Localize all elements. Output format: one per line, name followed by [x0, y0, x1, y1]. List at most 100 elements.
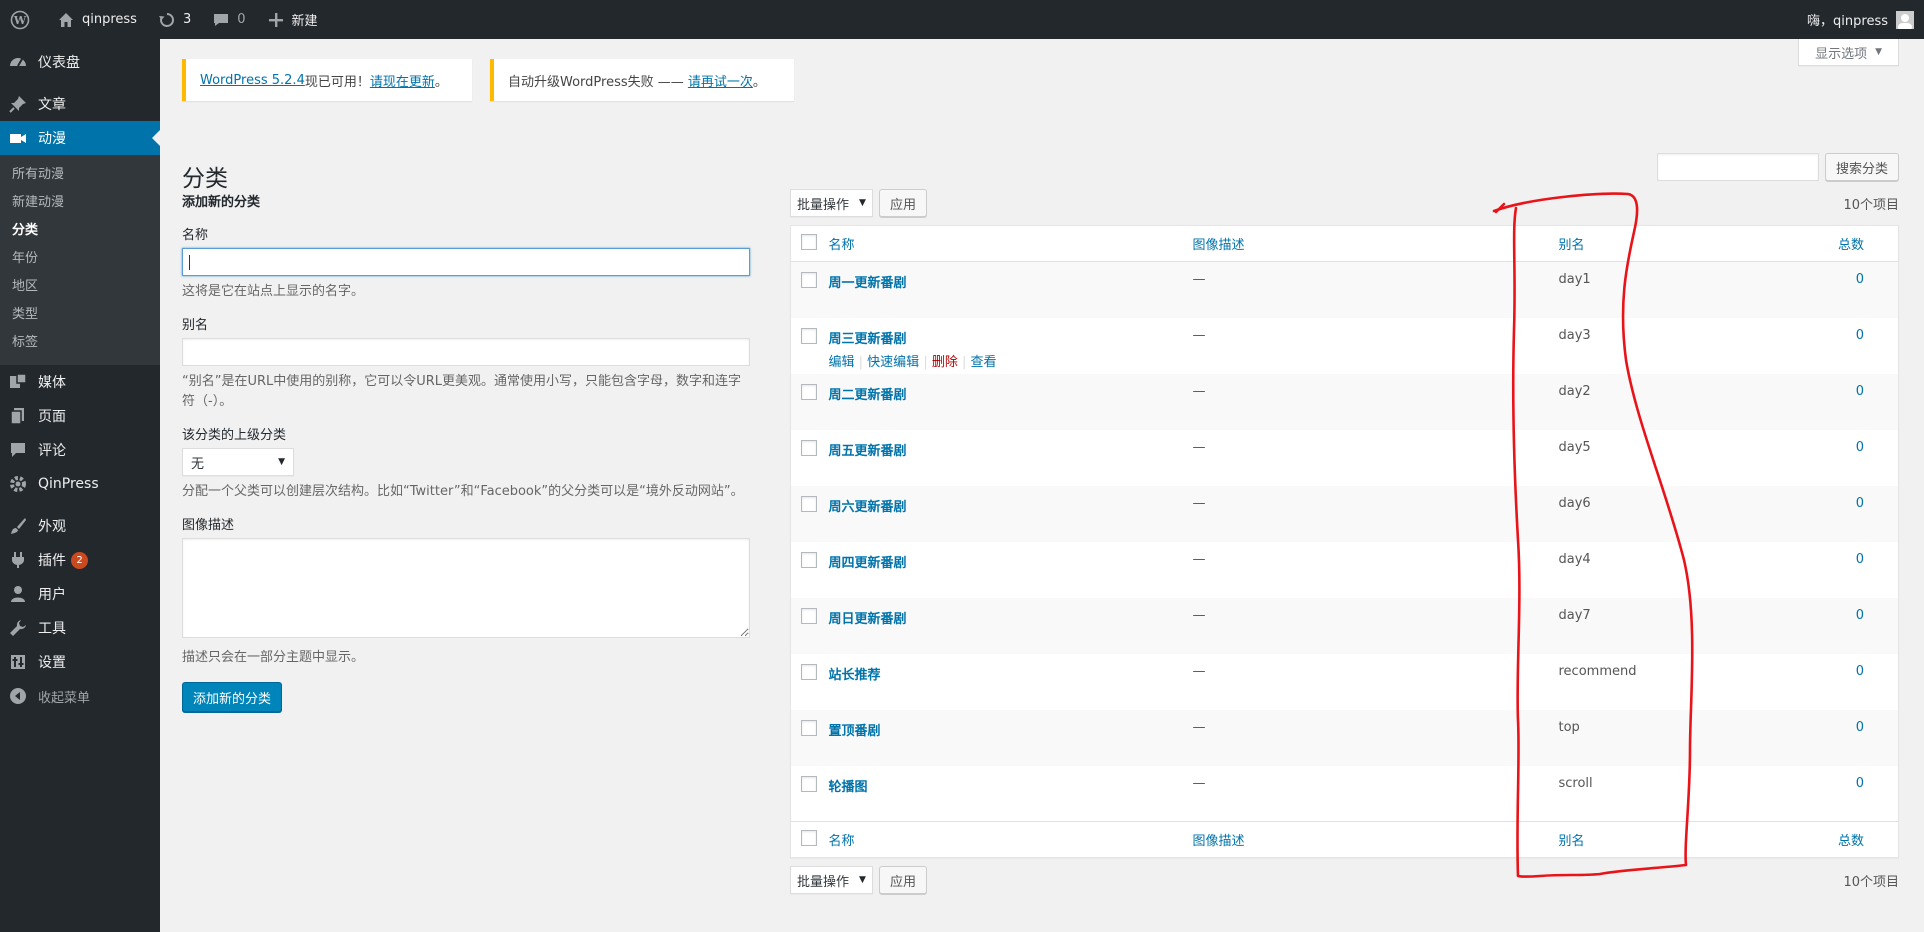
- column-header-count[interactable]: 总数: [1818, 225, 1899, 262]
- sidebar-item-users[interactable]: 用户: [0, 577, 160, 611]
- category-count-link[interactable]: 0: [1856, 496, 1864, 511]
- category-name-link[interactable]: 周一更新番剧: [829, 276, 907, 291]
- submenu-regions[interactable]: 地区: [0, 273, 160, 301]
- site-name-link[interactable]: qinpress: [46, 0, 147, 39]
- tablenav-bottom: 批量操作 ▼ 应用 10个项目: [790, 866, 1899, 894]
- parent-select[interactable]: 无 ▼: [182, 448, 294, 476]
- category-count-link[interactable]: 0: [1856, 776, 1864, 791]
- apply-button[interactable]: 应用: [878, 189, 927, 217]
- sidebar-item-plugins[interactable]: 插件 2: [0, 543, 160, 577]
- sidebar-item-pages[interactable]: 页面: [0, 399, 160, 433]
- description-help: 描述只会在一部分主题中显示。: [182, 650, 365, 665]
- sidebar-item-anime[interactable]: 动漫: [0, 121, 160, 155]
- column-footer-name[interactable]: 名称: [828, 821, 1193, 858]
- quick-edit-link[interactable]: 快速编辑: [867, 355, 919, 370]
- category-name-link[interactable]: 周二更新番剧: [829, 388, 907, 403]
- submenu-all-anime[interactable]: 所有动漫: [0, 161, 160, 189]
- sidebar-item-dashboard[interactable]: 仪表盘: [0, 45, 160, 79]
- updates-link[interactable]: 3: [147, 0, 201, 39]
- category-count-link[interactable]: 0: [1856, 272, 1864, 287]
- slug-label: 别名: [182, 318, 209, 333]
- sidebar-item-media[interactable]: 媒体: [0, 365, 160, 399]
- my-account[interactable]: 嗨，qinpress: [1807, 10, 1924, 29]
- submenu-new-anime[interactable]: 新建动漫: [0, 189, 160, 217]
- anime-submenu: 所有动漫 新建动漫 分类 年份 地区 类型 标签: [0, 155, 160, 365]
- column-header-name[interactable]: 名称: [828, 225, 1193, 262]
- description-textarea[interactable]: [182, 538, 750, 638]
- apply-button-bottom[interactable]: 应用: [878, 866, 927, 894]
- category-count-link[interactable]: 0: [1856, 328, 1864, 343]
- view-link[interactable]: 查看: [971, 355, 997, 370]
- category-name-link[interactable]: 周四更新番剧: [829, 556, 907, 571]
- wordpress-version-link[interactable]: WordPress 5.2.4: [200, 73, 305, 88]
- name-input[interactable]: [182, 248, 750, 276]
- sidebar-item-comments[interactable]: 评论: [0, 433, 160, 467]
- category-name-link[interactable]: 周六更新番剧: [829, 500, 907, 515]
- new-content-link[interactable]: 新建: [256, 0, 328, 39]
- search-button[interactable]: 搜索分类: [1824, 153, 1899, 181]
- update-now-link[interactable]: 请现在更新: [370, 71, 435, 90]
- row-checkbox[interactable]: [801, 383, 817, 400]
- sidebar-item-tools[interactable]: 工具: [0, 611, 160, 645]
- category-count-link[interactable]: 0: [1856, 384, 1864, 399]
- screen-options-button[interactable]: 显示选项 ▼: [1798, 39, 1899, 66]
- sidebar-item-appearance[interactable]: 外观: [0, 509, 160, 543]
- category-count-link[interactable]: 0: [1856, 552, 1864, 567]
- row-checkbox[interactable]: [801, 551, 817, 568]
- retry-link[interactable]: 请再试一次: [688, 71, 753, 90]
- category-name-link[interactable]: 置顶番剧: [829, 724, 881, 739]
- slug-input[interactable]: [182, 338, 750, 366]
- user-icon: [8, 584, 28, 604]
- category-name-link[interactable]: 周日更新番剧: [829, 612, 907, 627]
- wordpress-logo-button[interactable]: W: [0, 0, 46, 39]
- row-checkbox[interactable]: [801, 663, 817, 680]
- select-all-checkbox-footer[interactable]: [801, 829, 817, 846]
- category-slug: day5: [1558, 439, 1591, 455]
- bulk-actions-select[interactable]: 批量操作 ▼: [790, 189, 873, 217]
- category-count-link[interactable]: 0: [1856, 720, 1864, 735]
- category-name-link[interactable]: 站长推荐: [829, 668, 881, 683]
- column-header-slug[interactable]: 别名: [1558, 225, 1819, 262]
- row-checkbox[interactable]: [801, 719, 817, 736]
- comments-link[interactable]: 0: [201, 0, 255, 39]
- category-count-link[interactable]: 0: [1856, 664, 1864, 679]
- edit-link[interactable]: 编辑: [829, 355, 855, 370]
- row-checkbox[interactable]: [801, 272, 817, 288]
- category-count-link[interactable]: 0: [1856, 440, 1864, 455]
- row-checkbox[interactable]: [801, 775, 817, 792]
- delete-link[interactable]: 删除: [932, 355, 958, 370]
- category-name-link[interactable]: 轮播图: [829, 780, 868, 795]
- comment-bubble-icon: [211, 10, 231, 30]
- category-count-link[interactable]: 0: [1856, 608, 1864, 623]
- add-category-button[interactable]: 添加新的分类: [182, 682, 283, 712]
- submenu-types[interactable]: 类型: [0, 301, 160, 329]
- submenu-tags[interactable]: 标签: [0, 329, 160, 357]
- submenu-categories[interactable]: 分类: [0, 217, 160, 245]
- update-notice: WordPress 5.2.4 现已可用！ 请现在更新 。: [182, 59, 472, 101]
- items-count: 10个项目: [1843, 197, 1899, 213]
- sidebar-collapse-menu[interactable]: 收起菜单: [0, 679, 160, 713]
- category-description: —: [1192, 439, 1206, 455]
- bulk-actions-label: 批量操作: [797, 197, 850, 213]
- sidebar-item-settings[interactable]: 设置: [0, 645, 160, 679]
- bulk-actions-select-bottom[interactable]: 批量操作 ▼: [790, 866, 873, 894]
- pin-icon: [8, 94, 28, 114]
- svg-text:W: W: [13, 14, 27, 27]
- sidebar-item-label: 工具: [38, 621, 66, 637]
- select-all-checkbox[interactable]: [801, 233, 817, 250]
- search-input[interactable]: [1656, 153, 1819, 181]
- category-name-link[interactable]: 周五更新番剧: [829, 444, 907, 459]
- sidebar-item-qinpress[interactable]: QinPress: [0, 467, 160, 501]
- row-checkbox[interactable]: [801, 439, 817, 456]
- row-checkbox[interactable]: [801, 495, 817, 512]
- table-row: 周四更新番剧 — day4 0: [791, 542, 1899, 598]
- row-checkbox[interactable]: [801, 327, 817, 344]
- row-checkbox[interactable]: [801, 607, 817, 624]
- category-description: —: [1192, 551, 1206, 567]
- category-name-link[interactable]: 周三更新番剧: [829, 332, 907, 347]
- column-footer-count[interactable]: 总数: [1818, 821, 1899, 858]
- submenu-years[interactable]: 年份: [0, 245, 160, 273]
- plus-icon: [266, 10, 286, 30]
- column-footer-slug[interactable]: 别名: [1558, 821, 1819, 858]
- sidebar-item-posts[interactable]: 文章: [0, 87, 160, 121]
